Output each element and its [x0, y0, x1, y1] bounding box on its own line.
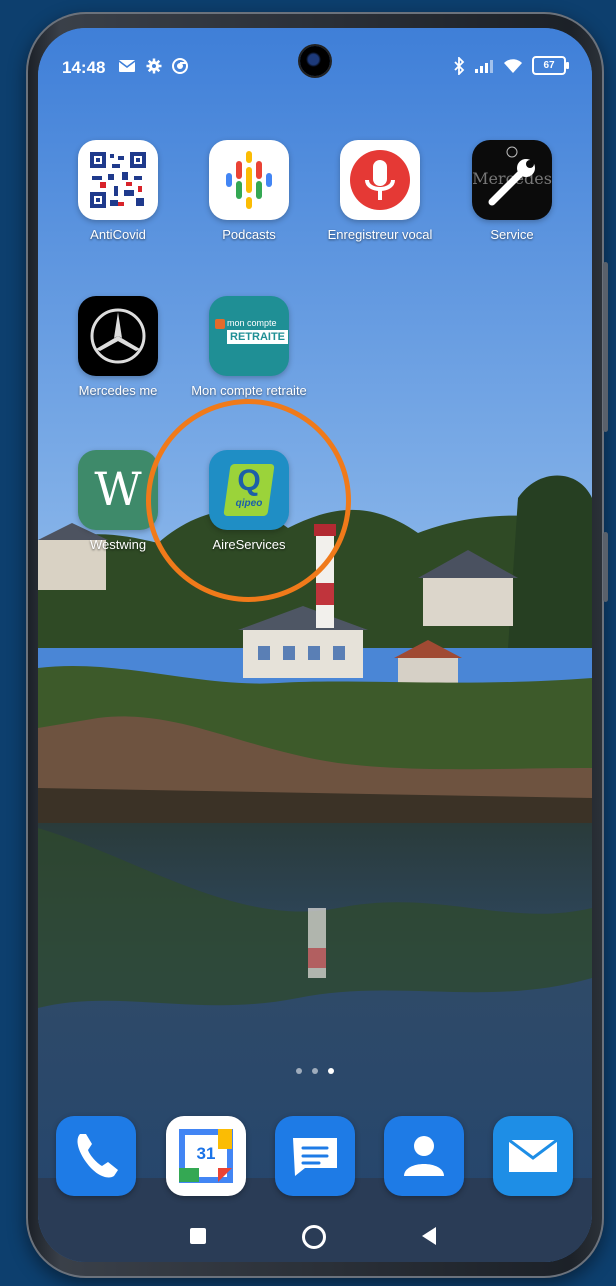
bluetooth-icon: [454, 56, 465, 75]
mercedes-service-icon: Mercedes: [472, 140, 552, 220]
volume-button: [603, 262, 608, 432]
icon-text-main: RETRAITE: [227, 330, 288, 344]
page-dot: [296, 1068, 302, 1074]
contacts-app[interactable]: [384, 1116, 464, 1196]
app-anticovid[interactable]: AntiCovid: [58, 140, 178, 243]
battery-icon: 67: [532, 56, 569, 75]
app-enregistreur-vocal[interactable]: Enregistreur vocal: [320, 140, 440, 243]
signal-icon: [475, 59, 493, 73]
chrome-icon: [172, 58, 188, 74]
calendar-app[interactable]: 31: [166, 1116, 246, 1196]
messages-icon: [293, 1138, 337, 1176]
phone-icon: [77, 1134, 118, 1178]
app-label: Service: [490, 227, 534, 242]
clock-time: 14:48: [62, 58, 106, 77]
status-bar: 14:48 67: [38, 28, 592, 88]
app-label: Enregistreur vocal: [327, 227, 433, 242]
messages-app[interactable]: [275, 1116, 355, 1196]
voice-recorder-icon: [340, 140, 420, 220]
app-label: Podcasts: [222, 227, 276, 242]
page-dot: [312, 1068, 318, 1074]
app-label: Mercedes me: [78, 383, 158, 398]
power-button: [603, 532, 608, 602]
settings-icon: [146, 58, 162, 74]
navigation-bar: [38, 1218, 592, 1258]
mon-compte-retraite-icon: mon compte RETRAITE: [209, 296, 289, 376]
page-indicator[interactable]: [38, 1068, 592, 1074]
app-podcasts[interactable]: Podcasts: [189, 140, 309, 243]
calendar-date: 31: [196, 1144, 216, 1163]
email-icon: [508, 1138, 558, 1172]
app-label: Mon compte retraite: [191, 383, 307, 398]
app-mercedes-me[interactable]: Mercedes me: [58, 296, 178, 399]
contacts-icon: [404, 1136, 444, 1176]
mail-icon: [118, 60, 136, 72]
wifi-icon: [504, 58, 522, 73]
app-label: AntiCovid: [90, 227, 146, 242]
front-camera: [300, 46, 330, 76]
anticovid-qr-icon: [78, 140, 158, 220]
recents-icon[interactable]: [190, 1228, 206, 1244]
home-screen: 14:48 67 AntiCovid Podcasts Enregistreur…: [38, 28, 592, 1262]
back-icon[interactable]: [422, 1227, 436, 1245]
home-icon[interactable]: [302, 1225, 326, 1249]
phone-frame: 14:48 67 AntiCovid Podcasts Enregistreur…: [26, 12, 608, 1278]
phone-app[interactable]: [56, 1116, 136, 1196]
app-mon-compte-retraite[interactable]: mon compte RETRAITE Mon compte retraite: [189, 296, 309, 399]
icon-text-top: mon compte: [227, 318, 277, 328]
app-service[interactable]: Mercedes Service: [452, 140, 572, 243]
mercedes-star-icon: [78, 296, 158, 376]
email-app[interactable]: [493, 1116, 573, 1196]
google-podcasts-icon: [209, 140, 289, 220]
page-dot-active: [328, 1068, 334, 1074]
highlight-circle: [146, 399, 351, 602]
